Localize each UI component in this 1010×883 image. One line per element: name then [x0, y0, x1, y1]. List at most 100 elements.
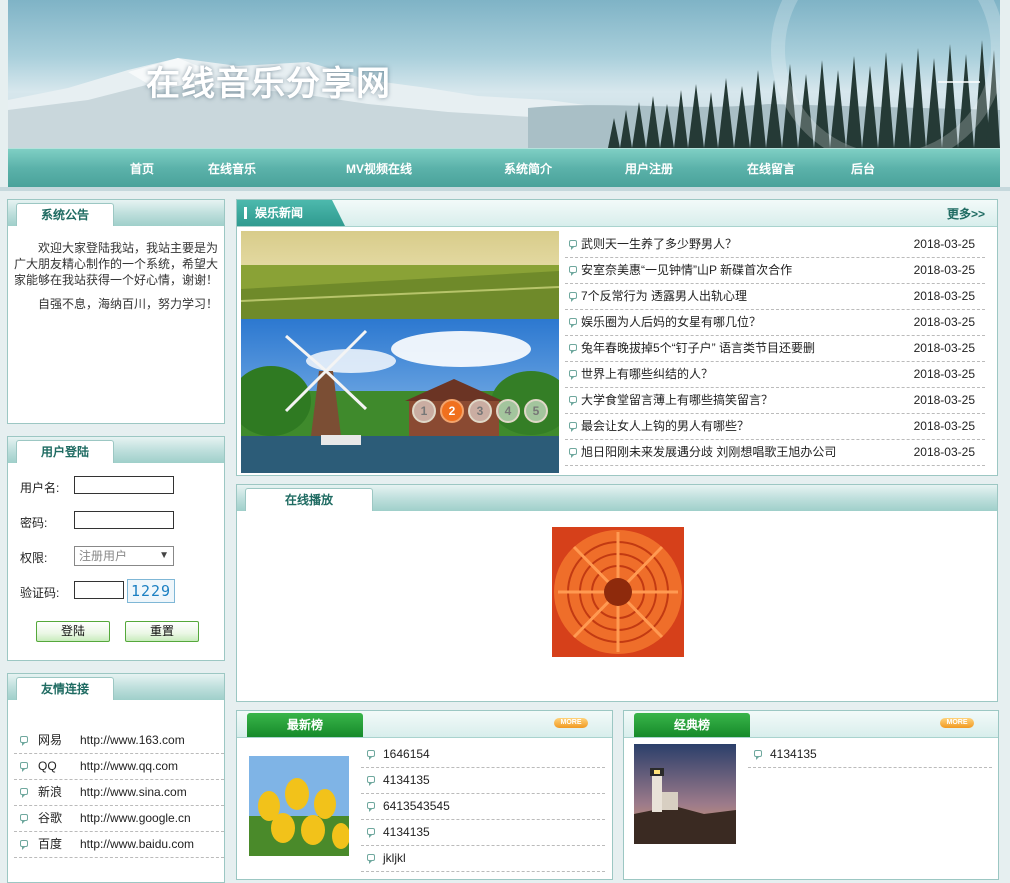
player-panel: 在线播放 — [236, 484, 998, 702]
slider-page-5[interactable]: 5 — [524, 399, 548, 423]
latest-more-button[interactable]: MORE — [554, 718, 588, 728]
latest-item-text[interactable]: jkljkl — [383, 845, 406, 871]
role-select-value: 注册用户 — [79, 549, 128, 563]
username-input[interactable] — [74, 476, 174, 494]
notice-paragraph: 欢迎大家登陆我站，我站主要是为广大朋友精心制作的一个系统，希望大家能够在我站获得… — [14, 241, 219, 287]
nav-register[interactable]: 用户注册 — [625, 160, 673, 177]
nav-admin[interactable]: 后台 — [851, 160, 875, 177]
notice-title: 系统公告 — [16, 203, 114, 226]
slider-page-3[interactable]: 3 — [468, 399, 492, 423]
nav-home[interactable]: 首页 — [130, 160, 154, 177]
captcha-image[interactable]: 1229 — [127, 579, 175, 603]
flower-album-image[interactable] — [552, 527, 684, 657]
lighthouse-image[interactable] — [634, 744, 736, 844]
panel-header: 用户登陆 — [8, 437, 224, 463]
comment-bubble-icon — [569, 292, 577, 302]
comment-bubble-icon — [20, 840, 28, 850]
captcha-label: 验证码: — [20, 586, 60, 600]
friend-link[interactable]: QQ http://www.qq.com — [14, 753, 224, 780]
latest-item-text[interactable]: 4134135 — [383, 819, 430, 845]
latest-item[interactable]: 4134135 — [361, 767, 605, 794]
news-item[interactable]: 最会让女人上钩的男人有哪些？ 2018-03-25 — [565, 413, 985, 440]
news-item-title[interactable]: 武则天一生养了多少野男人？ — [581, 231, 737, 257]
friend-link[interactable]: 百度 http://www.baidu.com — [14, 831, 224, 858]
latest-item-text[interactable]: 1646154 — [383, 741, 430, 767]
comment-bubble-icon — [569, 240, 577, 250]
classic-item[interactable]: 4134135 — [748, 741, 992, 768]
link-url[interactable]: http://www.qq.com — [80, 753, 178, 779]
nav-mv-video[interactable]: MV视频在线 — [346, 160, 412, 177]
news-item-date: 2018-03-25 — [913, 237, 975, 251]
reset-button[interactable]: 重置 — [125, 621, 199, 642]
comment-bubble-icon — [569, 318, 577, 328]
news-item-title[interactable]: 娱乐圈为人后妈的女星有哪几位？ — [581, 309, 761, 335]
friend-link[interactable]: 谷歌 http://www.google.cn — [14, 805, 224, 832]
link-url[interactable]: http://www.google.cn — [80, 805, 191, 831]
latest-panel: 最新榜 MORE 1646154 4134135 6413543545 4134… — [236, 710, 613, 880]
friend-link[interactable]: 新浪 http://www.sina.com — [14, 779, 224, 806]
nav-online-music[interactable]: 在线音乐 — [208, 160, 256, 177]
news-item[interactable]: 旭日阳刚未来发展遇分歧 刘刚想唱歌王旭办公司 2018-03-25 — [565, 439, 985, 466]
news-item-date: 2018-03-25 — [913, 367, 975, 381]
news-item[interactable]: 武则天一生养了多少野男人？ 2018-03-25 — [565, 231, 985, 258]
username-label: 用户名: — [20, 481, 60, 495]
slider-page-1[interactable]: 1 — [412, 399, 436, 423]
chevron-down-icon: ▼ — [159, 550, 169, 561]
news-item[interactable]: 兔年春晚拔掉5个“钉子户” 语言类节目还要删 2018-03-25 — [565, 335, 985, 362]
slider-page-2[interactable]: 2 — [440, 399, 464, 423]
latest-item[interactable]: jkljkl — [361, 845, 605, 872]
nav-system-intro[interactable]: 系统简介 — [504, 160, 552, 177]
main-nav: 首页 在线音乐 MV视频在线 系统简介 用户注册 在线留言 后台 — [8, 148, 1000, 188]
notice-panel: 系统公告 欢迎大家登陆我站，我站主要是为广大朋友精心制作的一个系统，希望大家能够… — [7, 199, 225, 424]
latest-item[interactable]: 4134135 — [361, 819, 605, 846]
news-item-title[interactable]: 最会让女人上钩的男人有哪些？ — [581, 413, 749, 439]
captcha-input[interactable] — [74, 581, 124, 599]
nav-guestbook[interactable]: 在线留言 — [747, 160, 795, 177]
news-item[interactable]: 大学食堂留言薄上有哪些搞笑留言？ 2018-03-25 — [565, 387, 985, 414]
link-name: 新浪 — [38, 785, 63, 799]
latest-item-text[interactable]: 6413543545 — [383, 793, 450, 819]
news-more-link[interactable]: 更多>> — [947, 205, 985, 222]
news-item[interactable]: 安室奈美惠“一见钟情”山P 新碟首次合作 2018-03-25 — [565, 257, 985, 284]
comment-bubble-icon — [20, 736, 28, 746]
comment-bubble-icon — [569, 422, 577, 432]
friend-link[interactable]: 网易 http://www.163.com — [14, 727, 224, 754]
role-label: 权限: — [20, 551, 48, 565]
comment-bubble-icon — [367, 802, 375, 812]
password-label: 密码: — [20, 516, 48, 530]
link-url[interactable]: http://www.baidu.com — [80, 831, 194, 857]
classic-more-button[interactable]: MORE — [940, 718, 974, 728]
news-item-title[interactable]: 兔年春晚拔掉5个“钉子户” 语言类节目还要删 — [581, 335, 815, 361]
news-item[interactable]: 娱乐圈为人后妈的女星有哪几位？ 2018-03-25 — [565, 309, 985, 336]
news-item-date: 2018-03-25 — [913, 263, 975, 277]
tulips-image[interactable] — [249, 756, 349, 856]
news-item-title[interactable]: 7个反常行为 透露男人出轨心理 — [581, 283, 747, 309]
news-item[interactable]: 7个反常行为 透露男人出轨心理 2018-03-25 — [565, 283, 985, 310]
password-input[interactable] — [74, 511, 174, 529]
news-item-title[interactable]: 旭日阳刚未来发展遇分歧 刘刚想唱歌王旭办公司 — [581, 439, 836, 465]
comment-bubble-icon — [367, 750, 375, 760]
login-panel: 用户登陆 用户名: 密码: 权限: 注册用户 ▼ 验证码: 1229 登陆 重置 — [7, 436, 225, 661]
link-url[interactable]: http://www.sina.com — [80, 779, 187, 805]
link-url[interactable]: http://www.163.com — [80, 727, 185, 753]
login-button[interactable]: 登陆 — [36, 621, 110, 642]
classic-item-text[interactable]: 4134135 — [770, 741, 817, 767]
role-select[interactable]: 注册用户 ▼ — [74, 546, 174, 566]
news-item-title[interactable]: 世界上有哪些纠结的人？ — [581, 361, 713, 387]
news-item-date: 2018-03-25 — [913, 445, 975, 459]
latest-item[interactable]: 6413543545 — [361, 793, 605, 820]
site-title: 在线音乐分享网 — [146, 64, 391, 104]
latest-item-text[interactable]: 4134135 — [383, 767, 430, 793]
nav-divider — [0, 187, 1010, 191]
comment-bubble-icon — [569, 396, 577, 406]
news-item-title[interactable]: 安室奈美惠“一见钟情”山P 新碟首次合作 — [581, 257, 792, 283]
panel-header: 娱乐新闻 更多>> — [237, 200, 997, 227]
slider-page-4[interactable]: 4 — [496, 399, 520, 423]
notice-paragraph: 自强不息，海纳百川，努力学习！ — [38, 297, 219, 311]
latest-item[interactable]: 1646154 — [361, 741, 605, 768]
news-slider-image[interactable] — [241, 231, 559, 473]
comment-bubble-icon — [569, 266, 577, 276]
news-item-title[interactable]: 大学食堂留言薄上有哪些搞笑留言？ — [581, 387, 773, 413]
news-item[interactable]: 世界上有哪些纠结的人？ 2018-03-25 — [565, 361, 985, 388]
link-name: 百度 — [38, 837, 63, 851]
